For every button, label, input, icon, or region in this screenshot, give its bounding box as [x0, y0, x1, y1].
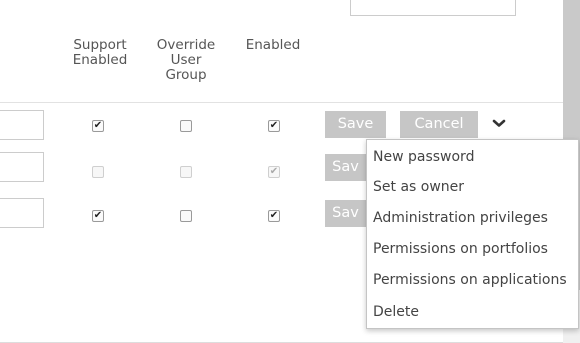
search-input[interactable] [350, 0, 516, 16]
override-user-group-checkbox[interactable] [180, 120, 192, 132]
header-support-enabled: Support Enabled [62, 38, 138, 68]
user-actions-dropdown: New password Set as owner Administration… [366, 139, 579, 329]
header-line: Enabled [72, 52, 128, 68]
enabled-checkbox[interactable]: ✔ [268, 120, 280, 132]
row-name-input[interactable] [0, 110, 44, 140]
header-line: Support [73, 37, 127, 53]
menu-item-permissions-portfolios[interactable]: Permissions on portfolios [373, 240, 548, 258]
chevron-down-icon[interactable] [490, 114, 508, 132]
override-user-group-checkbox [180, 166, 192, 178]
header-line: Group [165, 67, 207, 83]
row-name-input[interactable] [0, 198, 44, 228]
support-enabled-checkbox[interactable]: ✔ [92, 210, 104, 222]
enabled-checkbox: ✔ [268, 166, 280, 178]
save-button[interactable]: Sav [325, 154, 366, 181]
support-enabled-checkbox[interactable]: ✔ [92, 120, 104, 132]
header-enabled: Enabled [235, 38, 311, 53]
header-line: Override [156, 37, 216, 53]
enabled-checkbox[interactable]: ✔ [268, 210, 280, 222]
override-user-group-checkbox[interactable] [180, 210, 192, 222]
menu-item-permissions-applications[interactable]: Permissions on applications [373, 271, 567, 289]
header-line: Enabled [245, 37, 301, 53]
header-divider [0, 102, 563, 103]
support-enabled-checkbox [92, 166, 104, 178]
cancel-button[interactable]: Cancel [400, 111, 478, 138]
user-permissions-panel: Support Enabled Override User Group Enab… [0, 0, 580, 343]
menu-item-delete[interactable]: Delete [373, 303, 419, 321]
save-button[interactable]: Sav [325, 200, 366, 227]
menu-item-set-as-owner[interactable]: Set as owner [373, 178, 464, 196]
menu-item-new-password[interactable]: New password [373, 148, 474, 166]
header-override-user-group: Override User Group [148, 38, 224, 83]
save-button[interactable]: Save [325, 111, 386, 138]
row-name-input[interactable] [0, 152, 44, 182]
header-line: User [170, 52, 202, 68]
menu-item-administration-privileges[interactable]: Administration privileges [373, 209, 548, 227]
